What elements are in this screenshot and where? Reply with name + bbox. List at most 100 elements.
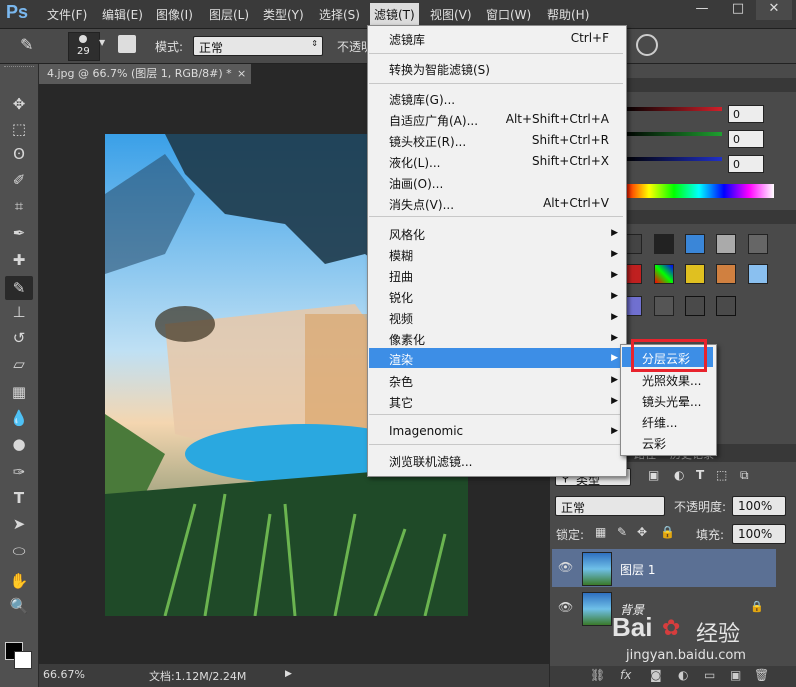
lock-all-icon[interactable]: 🔒 bbox=[660, 525, 675, 539]
close-tab-icon[interactable]: × bbox=[237, 64, 246, 84]
fill-input[interactable]: 100% bbox=[732, 524, 786, 544]
minimize-button[interactable]: — bbox=[684, 0, 720, 20]
menu-item-imagenomic[interactable]: Imagenomic bbox=[389, 424, 463, 438]
menu-edit[interactable]: 编辑(E) bbox=[102, 6, 143, 23]
maximize-button[interactable]: □ bbox=[720, 0, 756, 20]
style-swatch[interactable] bbox=[716, 296, 736, 316]
type-tool-icon[interactable]: T bbox=[5, 486, 33, 510]
menu-help[interactable]: 帮助(H) bbox=[547, 6, 589, 23]
move-tool-icon[interactable]: ✥ bbox=[5, 92, 33, 116]
menu-item-distort[interactable]: 扭曲 bbox=[389, 268, 413, 285]
layer-row[interactable]: 👁 图层 1 bbox=[552, 549, 776, 587]
menu-item-video[interactable]: 视频 bbox=[389, 310, 413, 327]
menu-select[interactable]: 选择(S) bbox=[319, 6, 360, 23]
menu-item-convert-smart-filter[interactable]: 转换为智能滤镜(S) bbox=[389, 61, 490, 78]
filter-shape-icon[interactable]: ⬚ bbox=[716, 468, 727, 482]
clone-stamp-tool-icon[interactable]: ⊥ bbox=[5, 300, 33, 324]
history-brush-tool-icon[interactable]: ↺ bbox=[5, 326, 33, 350]
pen-tool-icon[interactable]: ✑ bbox=[5, 460, 33, 484]
style-swatch[interactable] bbox=[748, 264, 768, 284]
dodge-tool-icon[interactable]: ● bbox=[5, 432, 33, 456]
menu-window[interactable]: 窗口(W) bbox=[486, 6, 531, 23]
lasso-tool-icon[interactable]: ʘ bbox=[5, 142, 33, 166]
filter-type-icon[interactable]: T bbox=[696, 468, 704, 482]
eyedropper-tool-icon[interactable]: ✒ bbox=[5, 221, 33, 245]
brush-panel-toggle-icon[interactable] bbox=[118, 35, 136, 53]
red-value[interactable]: 0 bbox=[728, 105, 764, 123]
green-value[interactable]: 0 bbox=[728, 130, 764, 148]
gradient-tool-icon[interactable]: ▦ bbox=[5, 380, 33, 404]
menu-item-vanishing-point[interactable]: 消失点(V)... bbox=[389, 196, 454, 213]
green-slider[interactable] bbox=[624, 132, 722, 136]
submenu-item-lens-flare[interactable]: 镜头光晕... bbox=[642, 393, 701, 410]
eraser-tool-icon[interactable]: ▱ bbox=[5, 352, 33, 376]
style-swatch[interactable] bbox=[748, 234, 768, 254]
healing-brush-tool-icon[interactable]: ✚ bbox=[5, 248, 33, 272]
layer-name[interactable]: 图层 1 bbox=[620, 561, 655, 578]
menu-image[interactable]: 图像(I) bbox=[156, 6, 193, 23]
menu-item-liquify[interactable]: 液化(L)... bbox=[389, 154, 441, 171]
menu-item-render[interactable]: 渲染 bbox=[389, 351, 413, 368]
blend-mode-select[interactable]: 正常 bbox=[555, 496, 665, 516]
menu-item-other[interactable]: 其它 bbox=[389, 394, 413, 411]
menu-item-adaptive-wide-angle[interactable]: 自适应广角(A)... bbox=[389, 112, 478, 129]
menu-filter[interactable]: 滤镜(T) bbox=[370, 3, 419, 26]
filter-smart-object-icon[interactable]: ⧉ bbox=[740, 468, 749, 483]
style-swatch[interactable] bbox=[685, 234, 705, 254]
menu-view[interactable]: 视图(V) bbox=[430, 6, 472, 23]
lock-pixels-icon[interactable]: ✎ bbox=[617, 525, 627, 539]
color-ramp[interactable] bbox=[624, 184, 774, 198]
menu-type[interactable]: 类型(Y) bbox=[263, 6, 304, 23]
menu-file[interactable]: 文件(F) bbox=[47, 6, 87, 23]
chevron-down-icon[interactable]: ▼ bbox=[99, 38, 105, 47]
menu-item-pixelate[interactable]: 像素化 bbox=[389, 331, 425, 348]
eye-icon[interactable]: 👁 bbox=[558, 560, 573, 574]
style-swatch[interactable] bbox=[716, 264, 736, 284]
red-slider[interactable] bbox=[624, 107, 722, 111]
blue-value[interactable]: 0 bbox=[728, 155, 764, 173]
document-tab[interactable]: 4.jpg @ 66.7% (图层 1, RGB/8#) * × bbox=[39, 64, 251, 84]
hand-tool-icon[interactable]: ✋ bbox=[5, 569, 33, 593]
eye-icon[interactable]: 👁 bbox=[558, 600, 573, 614]
menu-item-filter-gallery-last[interactable]: 滤镜库 bbox=[389, 31, 425, 48]
brush-tool-icon[interactable]: ✎ bbox=[5, 276, 33, 300]
style-swatch[interactable] bbox=[716, 234, 736, 254]
submenu-item-lighting-effects[interactable]: 光照效果... bbox=[642, 372, 701, 389]
pressure-icon[interactable] bbox=[636, 34, 658, 56]
path-selection-tool-icon[interactable]: ➤ bbox=[5, 512, 33, 536]
menu-item-filter-gallery[interactable]: 滤镜库(G)... bbox=[389, 91, 455, 108]
menu-item-stylize[interactable]: 风格化 bbox=[389, 226, 425, 243]
panel-grip[interactable] bbox=[4, 66, 34, 75]
menu-item-browse-filters-online[interactable]: 浏览联机滤镜... bbox=[389, 453, 472, 470]
lock-position-icon[interactable]: ✥ bbox=[637, 525, 647, 539]
zoom-level[interactable]: 66.67% bbox=[43, 668, 85, 681]
style-swatch[interactable] bbox=[654, 234, 674, 254]
link-layers-icon[interactable]: ⛓ bbox=[590, 668, 605, 682]
filter-adjustment-icon[interactable]: ◐ bbox=[674, 468, 684, 482]
menu-layer[interactable]: 图层(L) bbox=[209, 6, 249, 23]
close-button[interactable]: ✕ bbox=[756, 0, 792, 20]
menu-item-sharpen[interactable]: 锐化 bbox=[389, 289, 413, 306]
ellipse-tool-icon[interactable]: ⬭ bbox=[5, 539, 33, 563]
submenu-item-fibers[interactable]: 纤维... bbox=[642, 414, 677, 431]
menu-item-oil-paint[interactable]: 油画(O)... bbox=[389, 175, 443, 192]
menu-item-noise[interactable]: 杂色 bbox=[389, 373, 413, 390]
style-swatch[interactable] bbox=[685, 296, 705, 316]
opacity-input[interactable]: 100% bbox=[732, 496, 786, 516]
style-swatch[interactable] bbox=[654, 264, 674, 284]
quick-select-tool-icon[interactable]: ✐ bbox=[5, 168, 33, 192]
style-swatch[interactable] bbox=[654, 296, 674, 316]
crop-tool-icon[interactable]: ⌗ bbox=[5, 194, 33, 218]
background-color-swatch[interactable] bbox=[14, 651, 32, 669]
lock-transparency-icon[interactable]: ▦ bbox=[595, 525, 606, 539]
menu-item-blur[interactable]: 模糊 bbox=[389, 247, 413, 264]
blue-slider[interactable] bbox=[624, 157, 722, 161]
brush-preset-picker[interactable]: 29 bbox=[68, 32, 100, 61]
menu-item-lens-correction[interactable]: 镜头校正(R)... bbox=[389, 133, 466, 150]
filter-pixel-icon[interactable]: ▣ bbox=[648, 468, 659, 482]
marquee-tool-icon[interactable]: ⬚ bbox=[5, 117, 33, 141]
submenu-item-clouds[interactable]: 云彩 bbox=[642, 435, 666, 452]
status-menu-arrow-icon[interactable]: ▶ bbox=[285, 669, 292, 679]
style-swatch[interactable] bbox=[685, 264, 705, 284]
blur-tool-icon[interactable]: 💧 bbox=[5, 406, 33, 430]
